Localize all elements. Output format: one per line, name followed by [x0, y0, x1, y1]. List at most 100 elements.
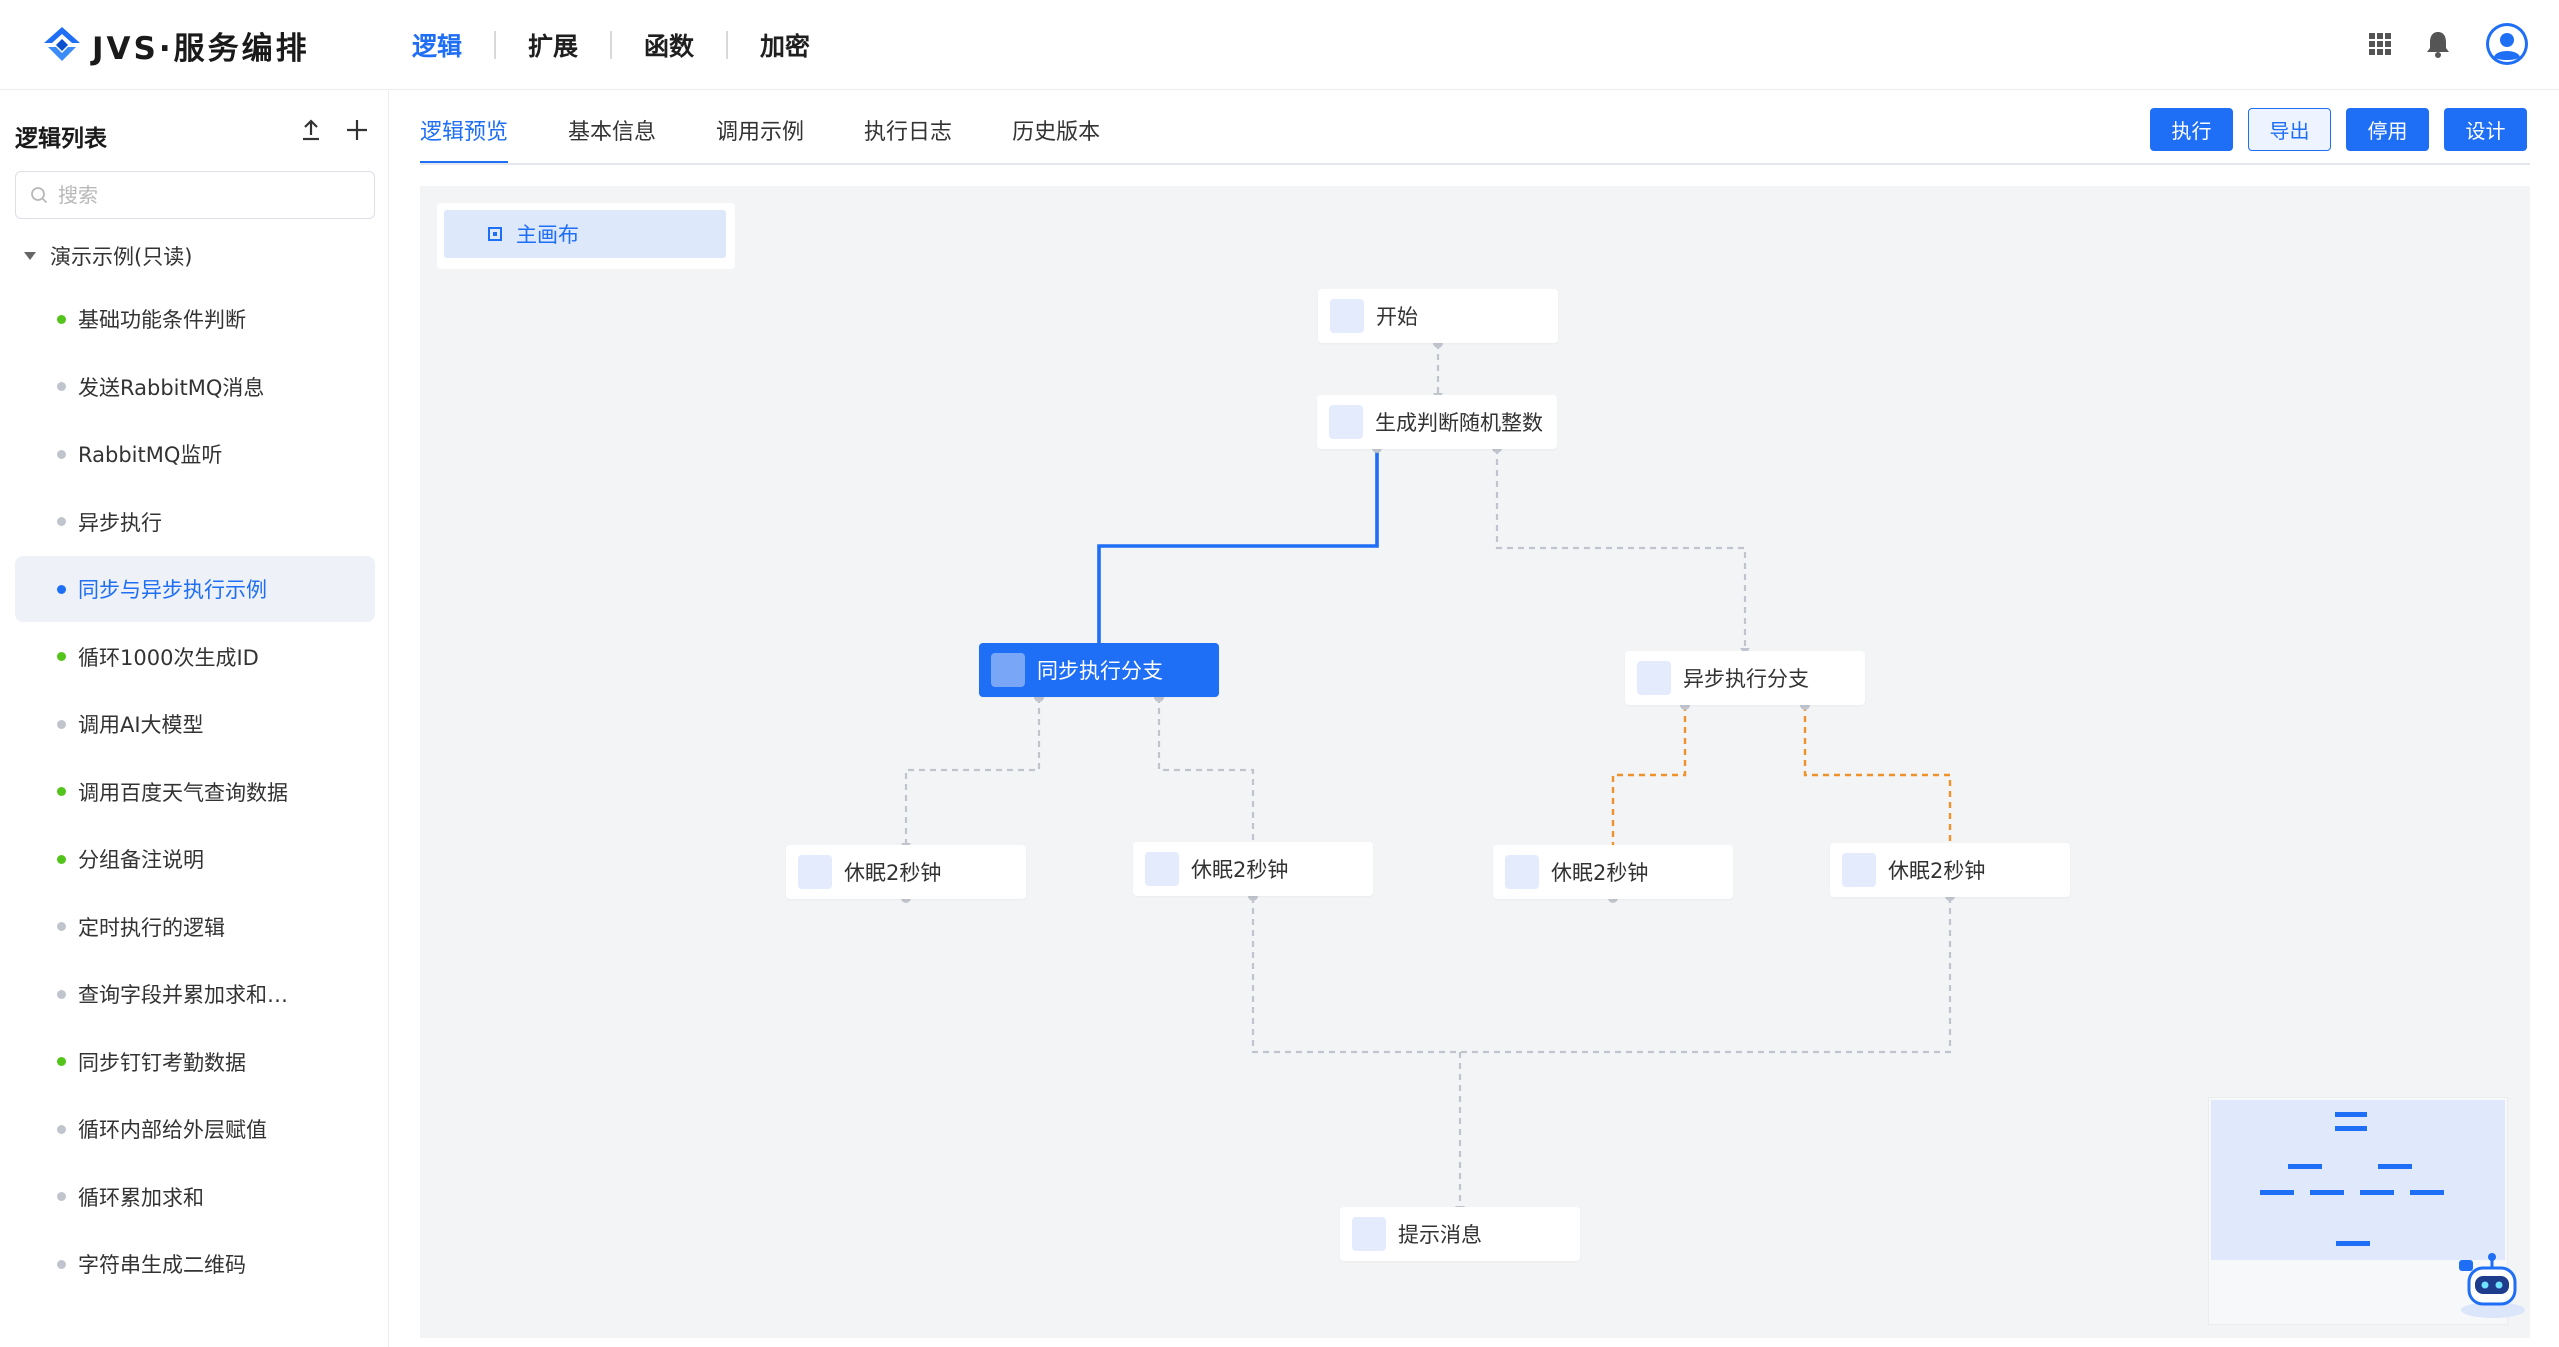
sidebar-logic-item[interactable]: 调用AI大模型	[15, 691, 375, 757]
node-label: 开始	[1376, 305, 1418, 329]
disable-button[interactable]: 停用	[2346, 108, 2429, 151]
sidebar-logic-item[interactable]: RabbitMQ监听	[15, 421, 375, 487]
sidebar-logic-item-label: RabbitMQ监听	[78, 443, 223, 467]
minimap-viewport[interactable]	[2211, 1100, 2505, 1260]
header-tools	[2369, 22, 2529, 66]
sidebar-logic-item[interactable]: 循环1000次生成ID	[15, 624, 375, 690]
sidebar-logic-item-label: 查询字段并累加求和…	[78, 983, 288, 1007]
execute-button[interactable]: 执行	[2150, 108, 2233, 151]
tab-history-version[interactable]: 历史版本	[1012, 108, 1100, 164]
sidebar-logic-item-label: 基础功能条件判断	[78, 308, 246, 332]
apps-grid-icon[interactable]	[2369, 33, 2391, 55]
nav-logic[interactable]: 逻辑	[380, 27, 494, 63]
sidebar-logic-item-label: 循环累加求和	[78, 1185, 204, 1210]
sidebar-logic-item[interactable]: 同步钉钉考勤数据	[15, 1029, 375, 1095]
add-icon[interactable]	[344, 117, 370, 143]
flow-node-start[interactable]: 开始	[1318, 289, 1558, 343]
sidebar-logic-item[interactable]: 分组备注说明	[15, 826, 375, 892]
search-box[interactable]	[15, 171, 375, 219]
node-label: 提示消息	[1398, 1223, 1482, 1247]
node-icon	[1842, 853, 1876, 887]
tab-logic-preview[interactable]: 逻辑预览	[420, 108, 509, 164]
node-icon	[1330, 299, 1364, 333]
node-label: 休眠2秒钟	[1551, 861, 1649, 885]
logo-mark-icon	[44, 27, 80, 61]
sidebar-logic-item-label: 分组备注说明	[78, 848, 204, 872]
node-label: 同步执行分支	[1037, 659, 1163, 683]
canvas-tab-main[interactable]: 主画布	[444, 210, 726, 258]
status-dot	[57, 449, 66, 459]
flow-node-sleep-4[interactable]: 休眠2秒钟	[1830, 843, 2070, 897]
sidebar-logic-item[interactable]: 异步执行	[15, 489, 375, 555]
flow-node-sleep-3[interactable]: 休眠2秒钟	[1493, 845, 1733, 899]
tab-execution-log[interactable]: 执行日志	[864, 108, 952, 164]
sidebar-logic-item[interactable]: 定时执行的逻辑	[15, 894, 375, 960]
top-nav: 逻辑 扩展 函数 加密	[380, 22, 842, 68]
nav-extension[interactable]: 扩展	[496, 27, 610, 63]
flow-node-sync-branch[interactable]: 同步执行分支	[979, 643, 1219, 697]
sidebar-logic-item[interactable]: 查询字段并累加求和…	[15, 961, 375, 1027]
node-icon	[1637, 661, 1671, 695]
ai-assistant-icon[interactable]	[2455, 1250, 2531, 1320]
flow-node-message[interactable]: 提示消息	[1340, 1207, 1580, 1261]
minimap-node	[2360, 1190, 2394, 1195]
sidebar-logic-item-label: 定时执行的逻辑	[78, 915, 225, 940]
status-dot	[57, 1259, 66, 1269]
minimap-node	[2335, 1126, 2367, 1131]
minimap-node	[2335, 1112, 2367, 1117]
node-label: 异步执行分支	[1683, 667, 1809, 691]
tab-call-example[interactable]: 调用示例	[716, 108, 804, 164]
flow-node-sleep-2[interactable]: 休眠2秒钟	[1133, 842, 1373, 896]
status-dot	[57, 854, 66, 864]
logic-sidebar: 逻辑列表 演示示例(只读) 基础功能条件判断发送RabbitMQ消息 Rabbit…	[0, 91, 389, 1347]
logic-tree-list: 基础功能条件判断发送RabbitMQ消息 RabbitMQ监听异步执行 同步与异步执…	[15, 286, 375, 1299]
sidebar-logic-item-label: 循环1000次生成ID	[78, 645, 259, 670]
nav-functions[interactable]: 函数	[612, 27, 726, 63]
minimap-node	[2410, 1190, 2444, 1195]
node-icon	[1145, 852, 1179, 886]
sidebar-logic-item[interactable]: 循环累加求和	[15, 1164, 375, 1230]
node-label: 休眠2秒钟	[1191, 858, 1289, 882]
top-header: JVS·服务编排 逻辑 扩展 函数 加密	[0, 0, 2559, 90]
sidebar-logic-item-label: 调用AI大模型	[78, 713, 204, 737]
status-dot	[57, 517, 66, 526]
action-buttons: 执行 导出 停用 设计	[2150, 108, 2527, 151]
design-button[interactable]: 设计	[2444, 108, 2527, 151]
bell-icon[interactable]	[2425, 30, 2451, 58]
status-dot	[57, 584, 66, 594]
flow-node-random[interactable]: 生成判断随机整数	[1317, 395, 1557, 449]
status-dot	[57, 1192, 66, 1201]
status-dot	[57, 652, 66, 661]
status-dot	[57, 1124, 66, 1134]
sidebar-logic-item[interactable]: 同步与异步执行示例	[15, 556, 375, 622]
app-title: JVS·服务编排	[92, 30, 310, 67]
flow-node-async-branch[interactable]: 异步执行分支	[1625, 651, 1865, 705]
sidebar-logic-item[interactable]: 发送RabbitMQ消息	[15, 354, 375, 420]
minimap-node	[2336, 1241, 2370, 1246]
sidebar-logic-item[interactable]: 基础功能条件判断	[15, 286, 375, 352]
status-dot	[57, 314, 66, 324]
flow-node-sleep-1[interactable]: 休眠2秒钟	[786, 845, 1026, 899]
search-input[interactable]	[58, 183, 358, 207]
sidebar-actions	[298, 117, 370, 143]
tab-basic-info[interactable]: 基本信息	[568, 108, 656, 164]
sidebar-logic-item[interactable]: 字符串生成二维码	[15, 1231, 375, 1297]
app-logo[interactable]: JVS·服务编排	[40, 20, 310, 70]
sidebar-logic-item[interactable]: 调用百度天气查询数据	[15, 759, 375, 825]
node-icon	[991, 653, 1025, 687]
chevron-down-icon	[24, 252, 36, 260]
upload-icon[interactable]	[298, 117, 324, 143]
status-dot	[57, 1057, 66, 1066]
user-avatar-icon[interactable]	[2485, 22, 2529, 66]
canvas-icon	[488, 227, 502, 241]
tree-group-demo[interactable]: 演示示例(只读)	[24, 241, 192, 271]
sidebar-logic-item-label: 同步钉钉考勤数据	[78, 1050, 246, 1075]
nav-encryption[interactable]: 加密	[728, 27, 842, 63]
status-dot	[57, 922, 66, 931]
node-icon	[1329, 405, 1363, 439]
export-button[interactable]: 导出	[2248, 108, 2331, 151]
status-dot	[57, 382, 66, 391]
sidebar-logic-item[interactable]: 循环内部给外层赋值	[15, 1096, 375, 1162]
sidebar-logic-item-label: 循环内部给外层赋值	[78, 1118, 267, 1142]
status-dot	[57, 719, 66, 729]
